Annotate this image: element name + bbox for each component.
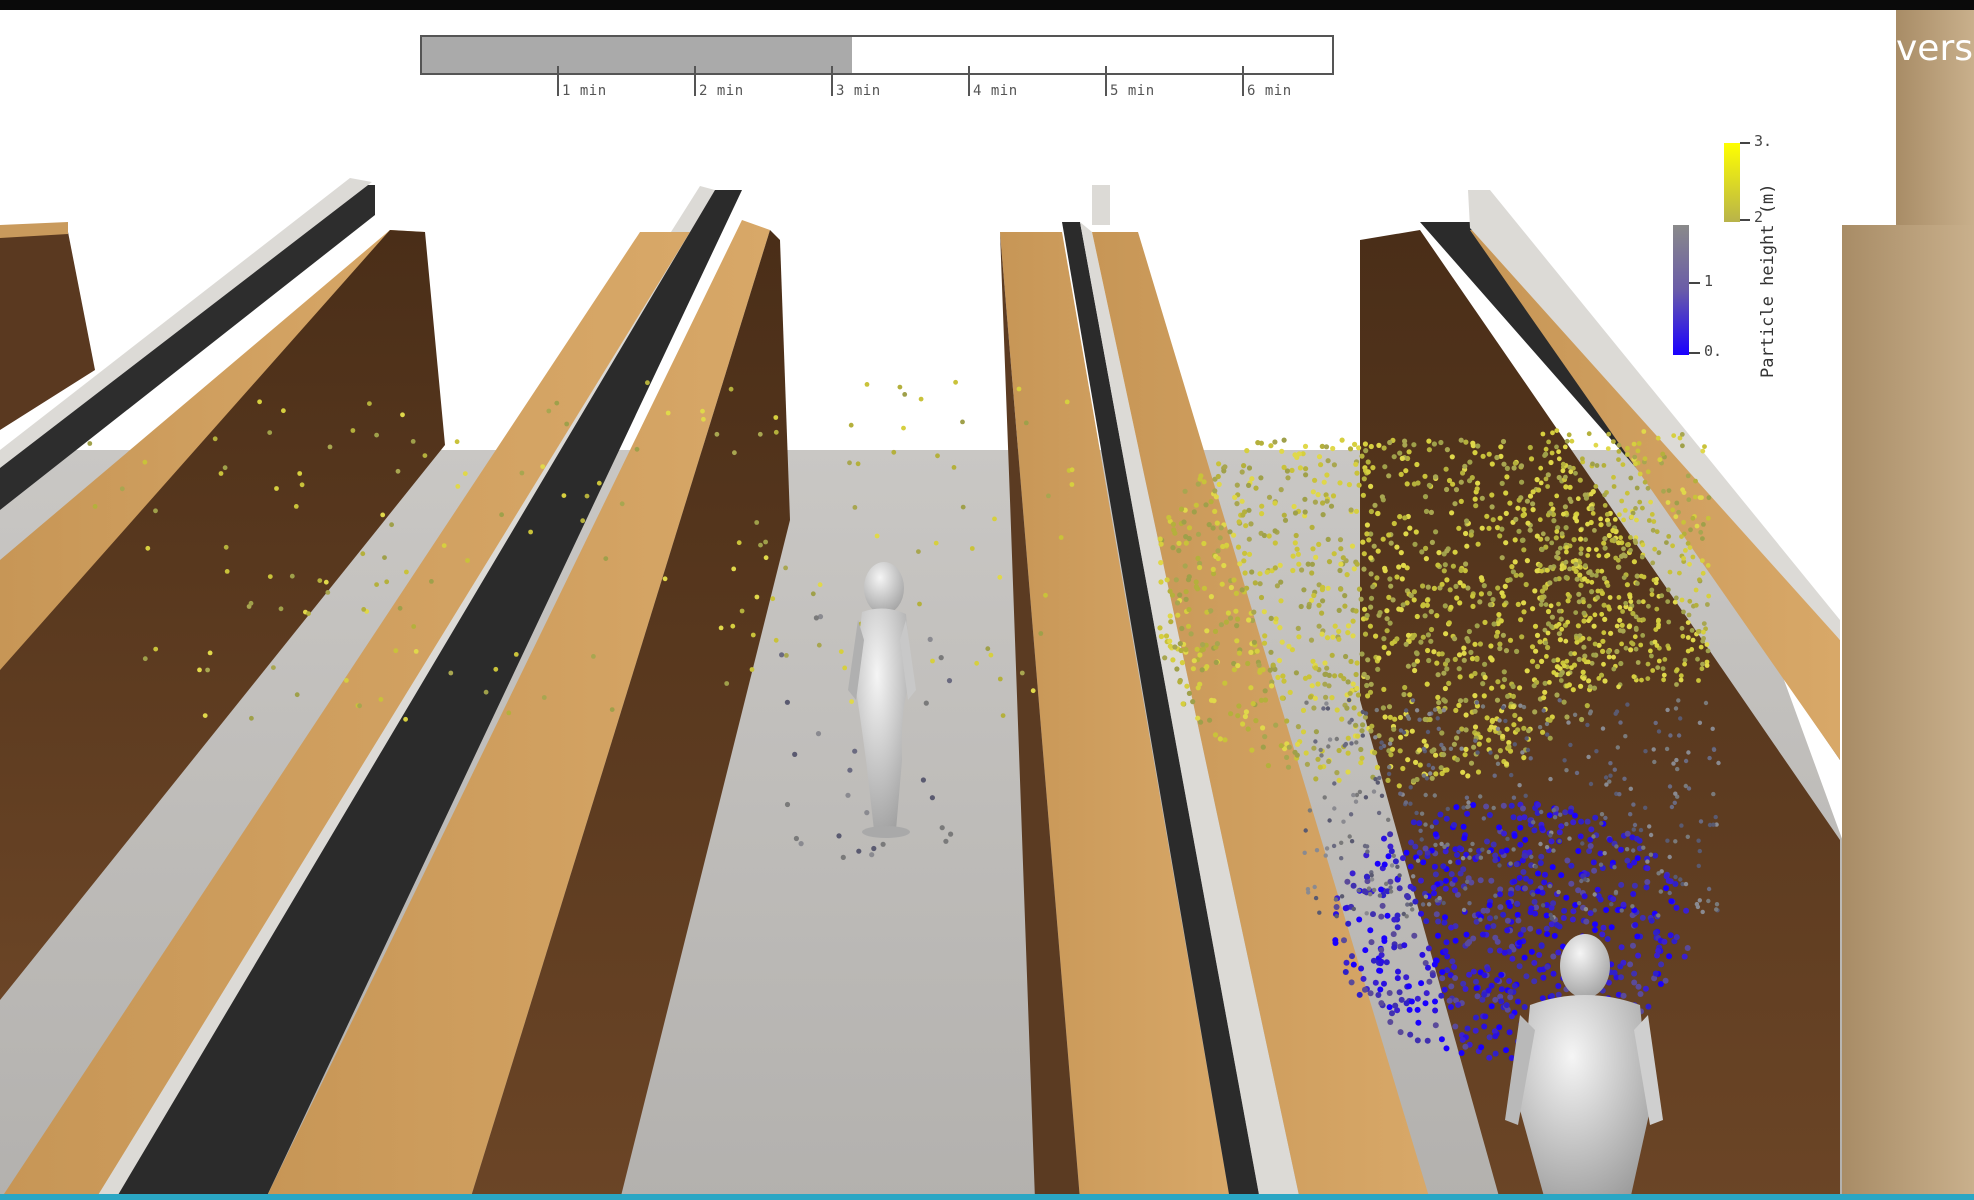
colorbar-title: Particle height (m) <box>1758 183 1778 378</box>
colorbar-upper <box>1724 143 1740 222</box>
colorbar-tick-0: 0. <box>1704 342 1723 360</box>
simulation-scene <box>0 10 1974 1200</box>
timeline-tick-label: 1 min <box>562 83 607 99</box>
colorbar-lower <box>1673 225 1689 355</box>
colorbar-tick-1: 1 <box>1704 272 1714 290</box>
timeline-tick-label: 3 min <box>836 83 881 99</box>
window-top-edge <box>0 0 1974 10</box>
timeline-tick-label: 4 min <box>973 83 1018 99</box>
panel-right <box>1842 225 1974 1200</box>
colorbar-tick-3: 3. <box>1754 132 1773 150</box>
wall-center-right-cap <box>1092 185 1110 225</box>
timeline-progress-fill <box>422 37 852 73</box>
overlay-watermark-text: ivers <box>1886 28 1974 69</box>
simulation-viewport: 1 min 2 min 3 min 4 min 5 min 6 min 3. 2 1 0.… <box>0 0 1974 1200</box>
video-progress-line <box>0 1194 1974 1200</box>
colorbar <box>1673 142 1750 355</box>
timeline-tick-label: 2 min <box>699 83 744 99</box>
timeline-tick-label: 5 min <box>1110 83 1155 99</box>
timeline-tick-label: 6 min <box>1247 83 1292 99</box>
